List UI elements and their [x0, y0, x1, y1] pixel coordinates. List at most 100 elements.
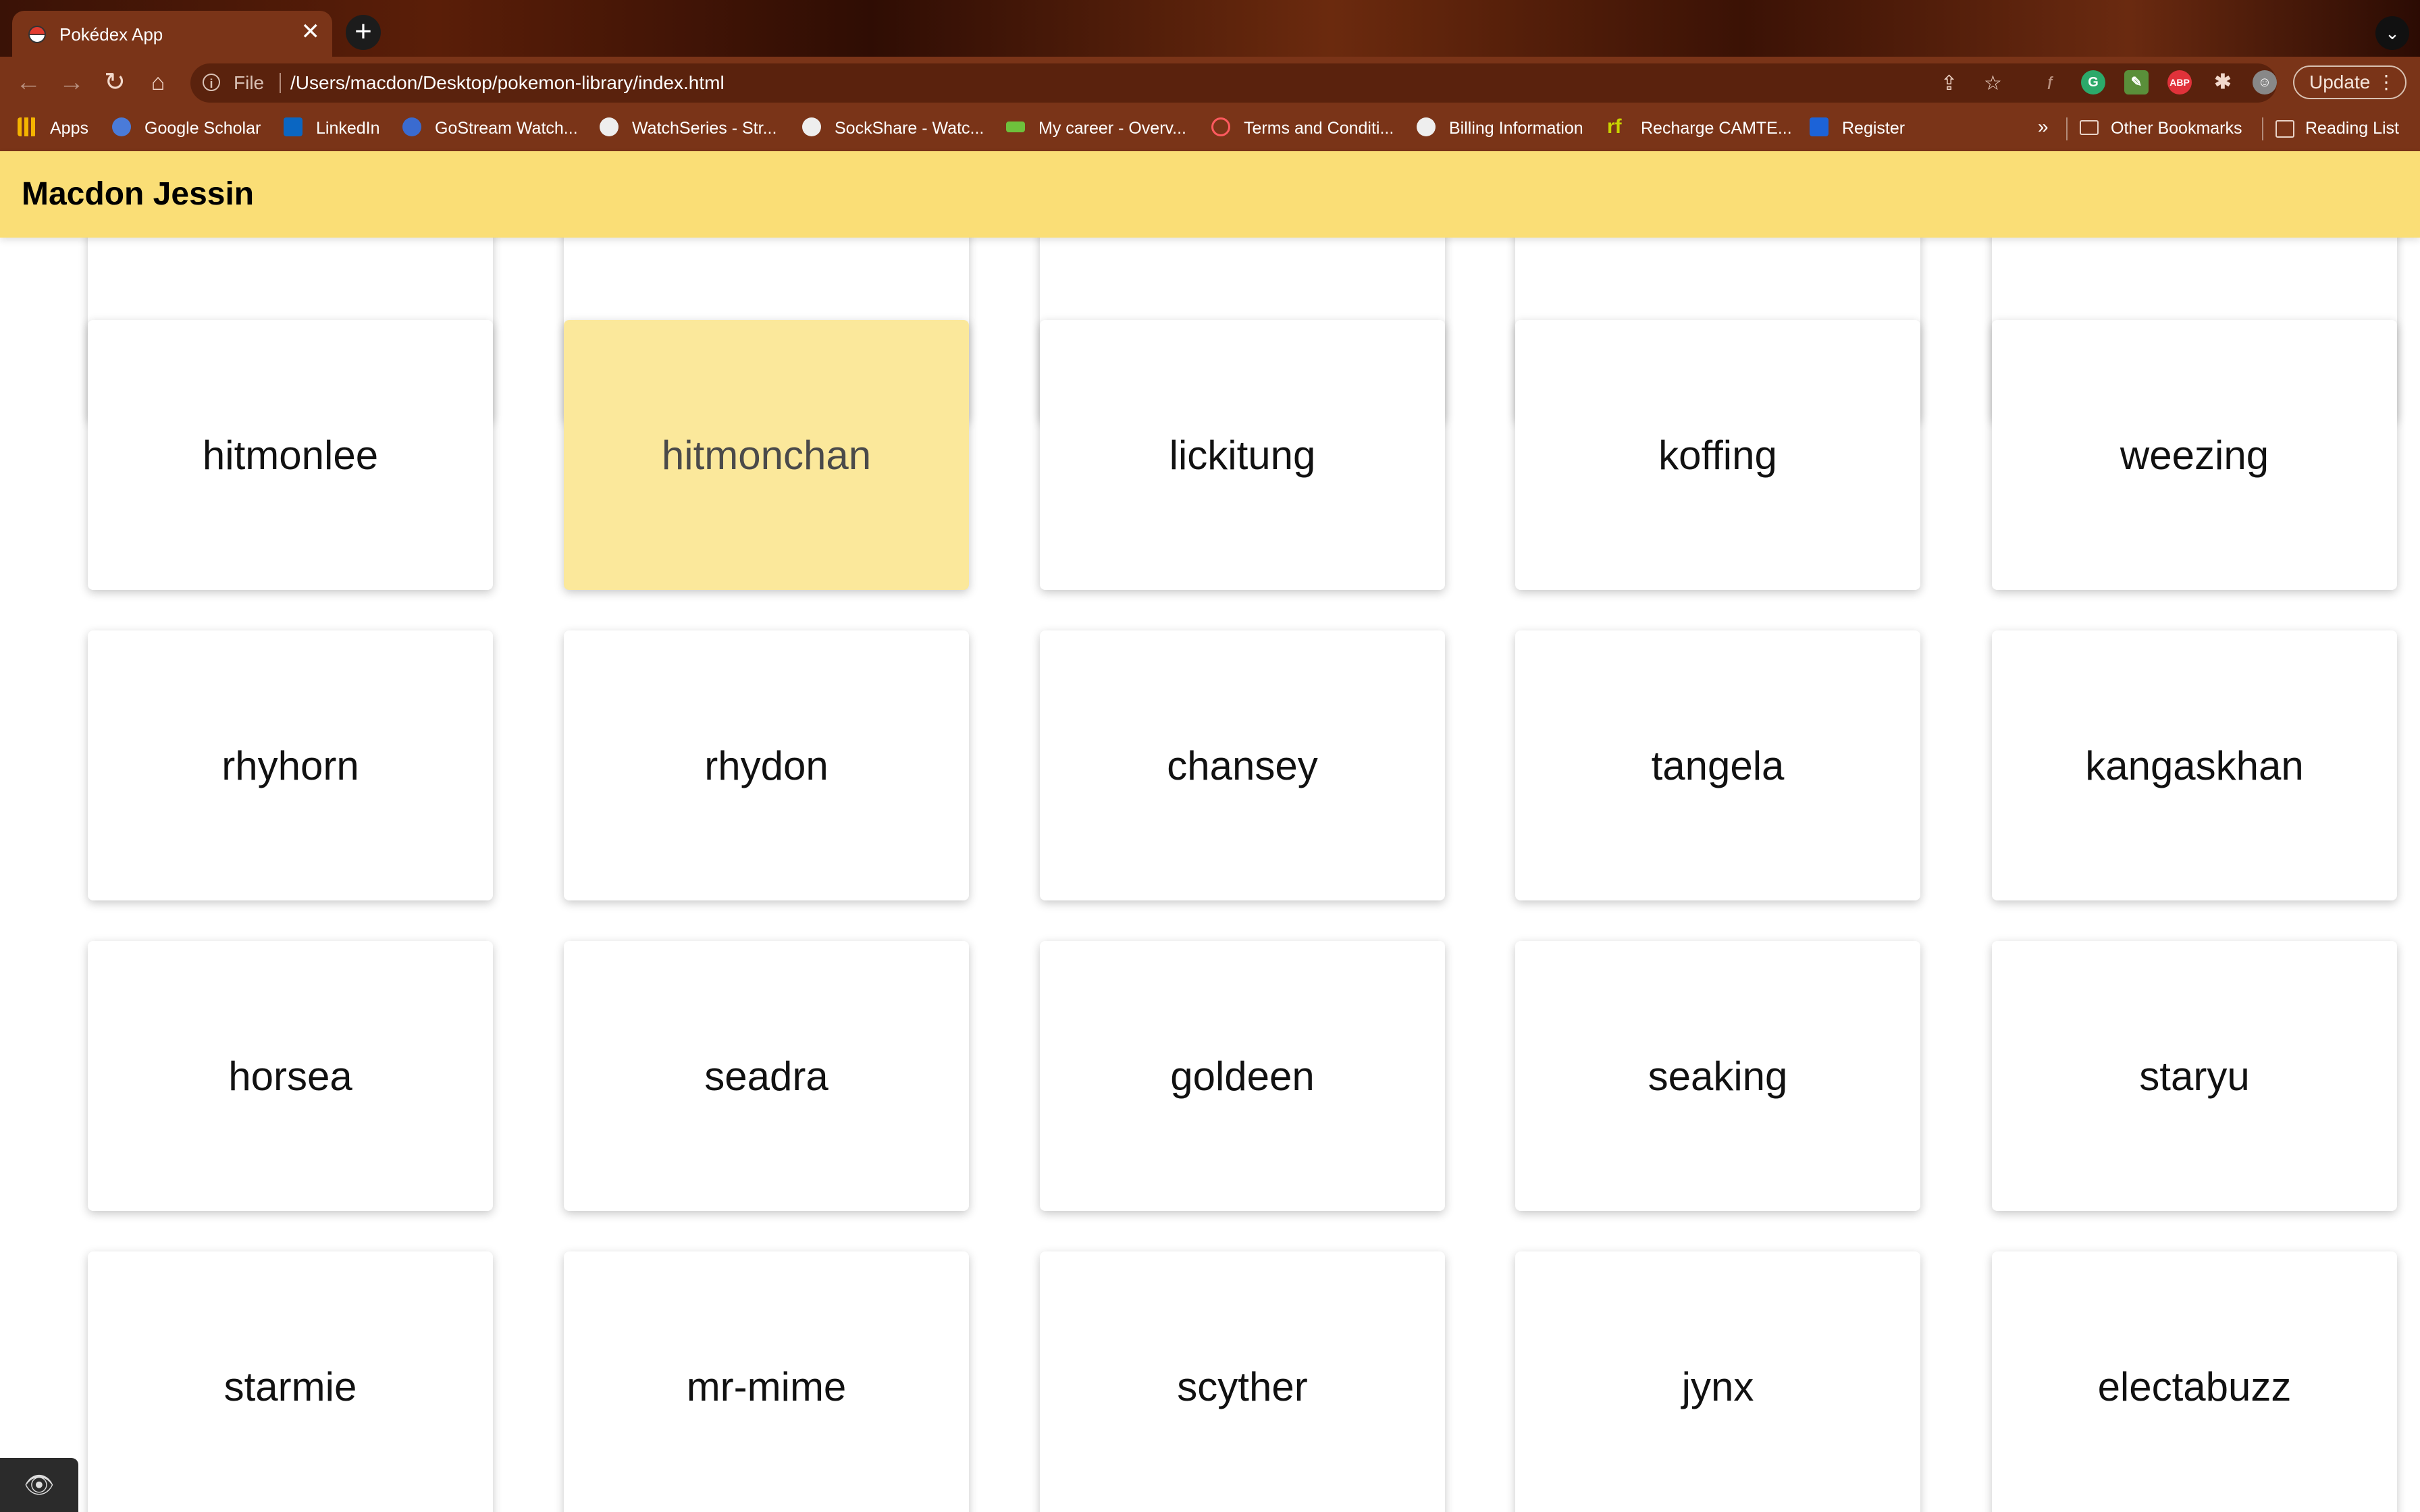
- new-tab-button[interactable]: +: [346, 15, 381, 50]
- pokemon-name: jynx: [1681, 1364, 1754, 1409]
- pokemon-card-chansey[interactable]: chansey: [1040, 630, 1445, 900]
- pokemon-card-seaking[interactable]: seaking: [1515, 941, 1920, 1211]
- bookmark-sockshare[interactable]: SockShare - Watc...: [835, 119, 984, 138]
- pokemon-card-mr-mime[interactable]: mr-mime: [564, 1251, 969, 1512]
- pokemon-card-hitmonchan[interactable]: hitmonchan: [564, 320, 969, 590]
- pokemon-card-koffing[interactable]: koffing: [1515, 320, 1920, 590]
- pokemon-card-jynx[interactable]: jynx: [1515, 1251, 1920, 1512]
- bookmark-billing[interactable]: Billing Information: [1449, 119, 1583, 138]
- pokemon-card-starmie[interactable]: starmie: [88, 1251, 493, 1512]
- pokemon-name: rhyhorn: [221, 742, 359, 788]
- pokemon-name: tangela: [1651, 742, 1785, 788]
- more-menu-icon[interactable]: ⋮: [2377, 67, 2396, 98]
- share-icon[interactable]: ⇪: [1941, 72, 1957, 95]
- globe-icon: [802, 117, 821, 136]
- pokemon-name: seadra: [704, 1053, 828, 1099]
- bookmark-linkedin[interactable]: LinkedIn: [316, 119, 380, 138]
- pokemon-card-rhydon[interactable]: rhydon: [564, 630, 969, 900]
- pokemon-name: hitmonlee: [202, 432, 379, 478]
- apps-grid-icon: [18, 117, 36, 136]
- pokemon-card-tangela[interactable]: tangela: [1515, 630, 1920, 900]
- pokemon-name: mr-mime: [686, 1364, 847, 1409]
- pokemon-name: lickitung: [1169, 432, 1316, 478]
- extensions-puzzle-icon[interactable]: ✱: [2211, 70, 2235, 94]
- rf-icon: rf: [1607, 115, 1622, 138]
- pen-extension-icon[interactable]: ✎: [2124, 70, 2149, 94]
- formula-extension-icon[interactable]: ƒ: [2038, 70, 2062, 94]
- tab-search-button[interactable]: ⌄: [2375, 16, 2409, 50]
- pokemon-card-electabuzz[interactable]: electabuzz: [1992, 1251, 2397, 1512]
- pokemon-name: weezing: [2120, 432, 2269, 478]
- bookmark-register[interactable]: Register: [1842, 119, 1905, 138]
- pokemon-name: rhydon: [704, 742, 828, 788]
- register-icon: [1810, 117, 1829, 136]
- update-button[interactable]: Update ⋮: [2293, 65, 2406, 99]
- address-scheme-label: File: [234, 72, 265, 93]
- pokemon-card-hitmonlee[interactable]: hitmonlee: [88, 320, 493, 590]
- bookmarks-divider: [2066, 117, 2068, 140]
- pokemon-name: hitmonchan: [661, 432, 872, 478]
- bookmark-star-icon[interactable]: ☆: [1984, 72, 2002, 95]
- airbnb-icon: [1211, 117, 1230, 136]
- update-label: Update: [2309, 72, 2371, 92]
- bookmark-other-bookmarks[interactable]: Other Bookmarks: [2111, 119, 2242, 138]
- bookmark-watchseries[interactable]: WatchSeries - Str...: [632, 119, 777, 138]
- forward-arrow-icon[interactable]: →: [53, 63, 90, 101]
- bookmarks-divider: [2262, 117, 2263, 140]
- bookmark-recharge[interactable]: Recharge CAMTE...: [1641, 119, 1792, 138]
- scholar-icon: [112, 117, 131, 136]
- bookmark-gostream[interactable]: GoStream Watch...: [435, 119, 578, 138]
- browser-tab-strip: Pokédex App ✕ + ⌄: [0, 0, 2420, 57]
- eye-cursor-widget-icon[interactable]: 👁: [0, 1458, 78, 1512]
- pokemon-card-seadra[interactable]: seadra: [564, 941, 969, 1211]
- pokemon-name: kangaskhan: [2085, 742, 2304, 788]
- back-arrow-icon[interactable]: ←: [9, 63, 47, 101]
- pokemon-name: staryu: [2139, 1053, 2250, 1099]
- pokemon-card-scyther[interactable]: scyther: [1040, 1251, 1445, 1512]
- pokemon-card-lickitung[interactable]: lickitung: [1040, 320, 1445, 590]
- profile-avatar[interactable]: ☺: [2253, 70, 2277, 94]
- pokemon-name: chansey: [1167, 742, 1318, 788]
- pokemon-grid: hitmonlee hitmonchan lickitung koffing weezi…: [0, 151, 2420, 1512]
- globe-icon: [600, 117, 619, 136]
- globe-icon: [1417, 117, 1436, 136]
- bookmarks-bar: Apps Google Scholar LinkedIn GoStream Wa…: [0, 108, 2420, 152]
- pokemon-card-rhyhorn[interactable]: rhyhorn: [88, 630, 493, 900]
- address-url[interactable]: /Users/macdon/Desktop/pokemon-library/in…: [290, 72, 725, 94]
- pokemon-name: horsea: [228, 1053, 352, 1099]
- bookmark-reading-list[interactable]: Reading List: [2305, 119, 2399, 138]
- tab-title: Pokédex App: [59, 24, 163, 45]
- adblock-extension-icon[interactable]: ABP: [2167, 70, 2192, 94]
- reload-icon[interactable]: ↻: [96, 63, 134, 101]
- tab-pokedex-app[interactable]: Pokédex App ✕: [12, 11, 332, 57]
- more-bookmarks-icon[interactable]: »: [2038, 116, 2049, 138]
- address-bar[interactable]: i File /Users/macdon/Desktop/pokemon-lib…: [190, 63, 2277, 103]
- pokemon-card-staryu[interactable]: staryu: [1992, 941, 2397, 1211]
- info-icon[interactable]: i: [203, 74, 220, 91]
- app-title: Macdon Jessin: [22, 176, 255, 212]
- bookmark-terms[interactable]: Terms and Conditi...: [1244, 119, 1394, 138]
- address-divider: [280, 73, 281, 93]
- bookmark-apps[interactable]: Apps: [50, 119, 88, 138]
- app-header: Macdon Jessin: [0, 151, 2420, 238]
- pokemon-name: koffing: [1658, 432, 1777, 478]
- pokemon-card-weezing[interactable]: weezing: [1992, 320, 2397, 590]
- pokemon-card-goldeen[interactable]: goldeen: [1040, 941, 1445, 1211]
- reading-list-icon: [2276, 120, 2294, 138]
- pokemon-card-horsea[interactable]: horsea: [88, 941, 493, 1211]
- career-icon: [1006, 122, 1025, 132]
- bookmark-google-scholar[interactable]: Google Scholar: [144, 119, 261, 138]
- bookmark-my-career[interactable]: My career - Overv...: [1038, 119, 1186, 138]
- pokemon-name: goldeen: [1170, 1053, 1315, 1099]
- gostream-icon: [402, 117, 421, 136]
- folder-icon: [2080, 120, 2099, 135]
- pokemon-name: scyther: [1177, 1364, 1308, 1409]
- pokemon-card-kangaskhan[interactable]: kangaskhan: [1992, 630, 2397, 900]
- pokemon-name: seaking: [1648, 1053, 1788, 1099]
- pokemon-name: starmie: [223, 1364, 357, 1409]
- grammarly-extension-icon[interactable]: G: [2081, 70, 2105, 94]
- home-icon[interactable]: ⌂: [139, 63, 177, 101]
- pokemon-name: electabuzz: [2097, 1364, 2292, 1409]
- close-tab-icon[interactable]: ✕: [301, 20, 321, 43]
- linkedin-icon: [284, 117, 302, 136]
